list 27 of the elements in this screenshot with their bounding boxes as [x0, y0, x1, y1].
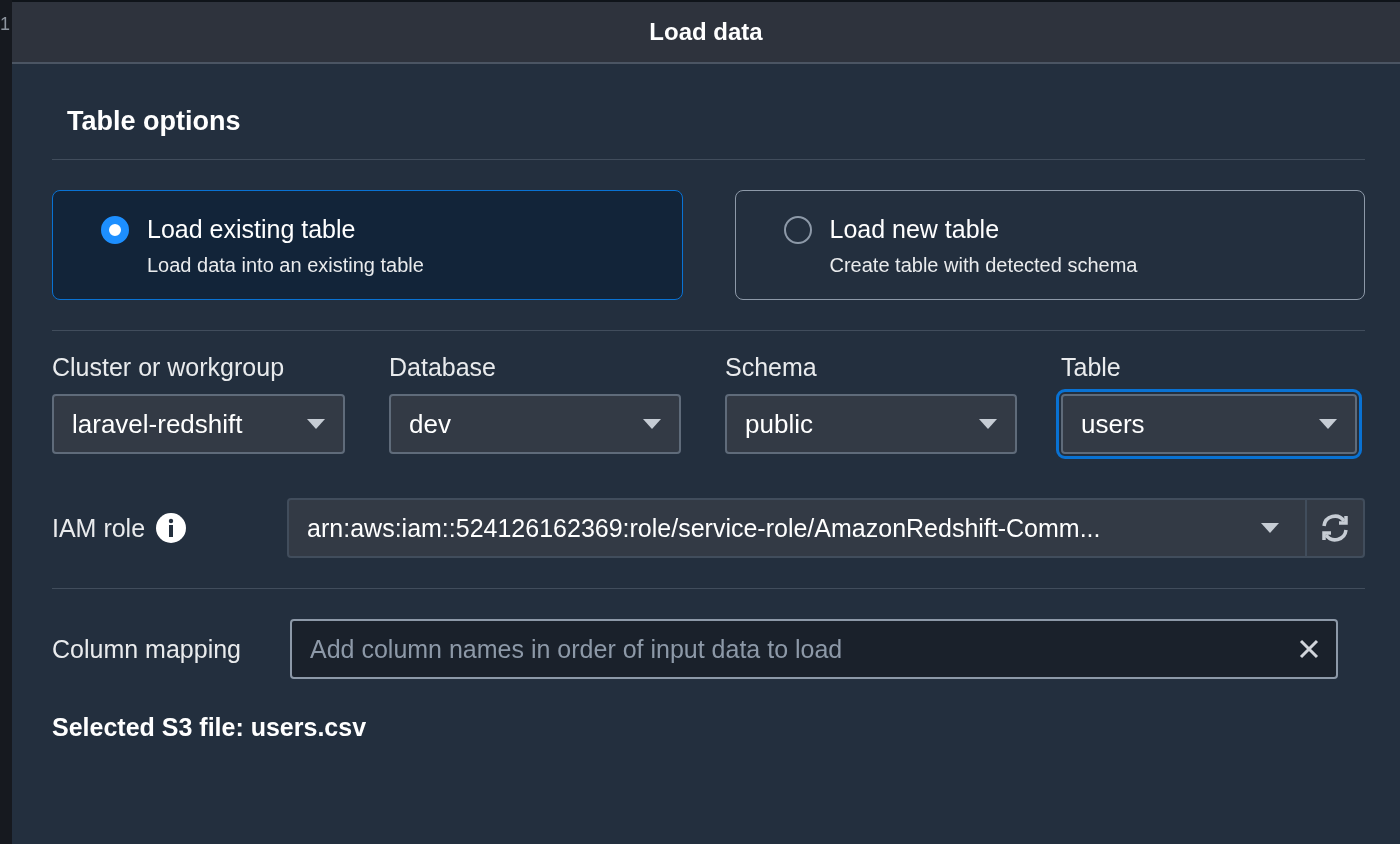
refresh-button[interactable]	[1307, 498, 1365, 558]
field-label: Cluster or workgroup	[52, 353, 286, 382]
dropdown[interactable]: public	[725, 394, 1017, 454]
info-icon[interactable]	[155, 512, 188, 544]
dropdown[interactable]: laravel-redshift	[52, 394, 345, 454]
field-label: Column mapping	[52, 634, 242, 664]
line-number: 1	[0, 14, 10, 34]
caret-icon	[979, 419, 997, 429]
section-title: Table options	[52, 64, 1365, 160]
field-label: Schema	[725, 353, 818, 382]
dialog-title: Load data	[649, 18, 763, 46]
dropdown[interactable]: dev	[389, 394, 681, 454]
caret-icon	[1319, 419, 1337, 429]
radio-tile[interactable]: Load new table Create table with detected schema	[734, 190, 1365, 300]
caret-icon	[643, 419, 661, 429]
role-dropdown[interactable]: arn:aws:iam::524126162369:role/service-role/AmazonRedshift-Comm...	[287, 498, 1307, 558]
field-label: Table	[1061, 353, 1122, 382]
caret-icon	[307, 419, 325, 429]
selected-file-text: Selected S3 file: users.csv	[52, 712, 368, 742]
field-label: Database	[389, 353, 498, 382]
caret-icon	[1261, 523, 1279, 533]
radio-button[interactable]	[101, 216, 129, 244]
column-mapping-field[interactable]: Add column names in order of input data to load	[290, 619, 1338, 679]
radio-button[interactable]	[783, 216, 812, 244]
clear-icon[interactable]	[1298, 638, 1320, 660]
field-label: IAM role	[52, 513, 146, 543]
radio-tile[interactable]: Load existing table Load data into an existing table	[52, 190, 683, 300]
